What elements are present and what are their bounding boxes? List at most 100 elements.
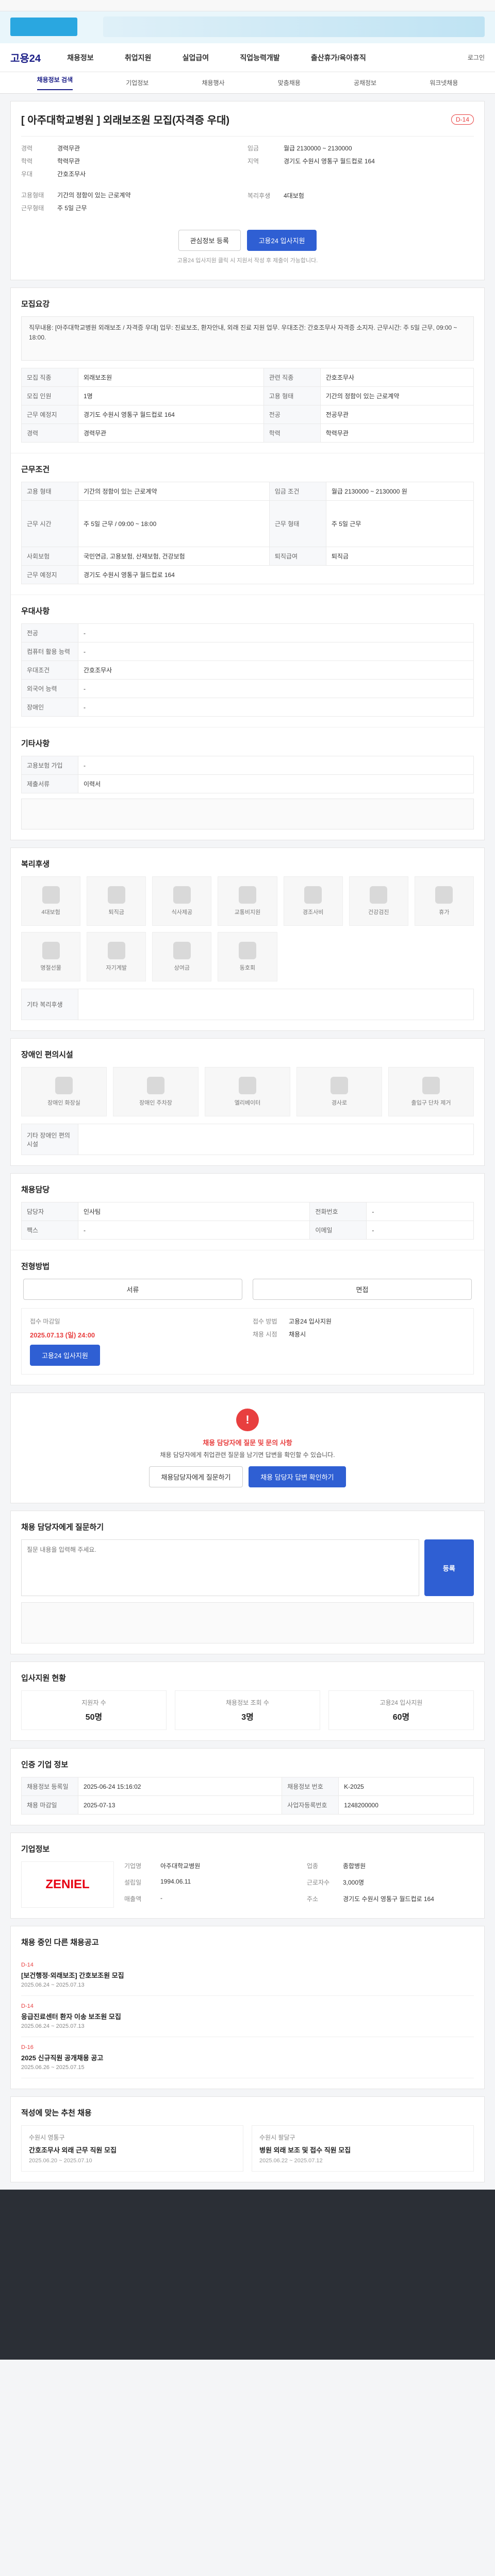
job-link[interactable]: [보건행정·외래보조] 간호보조원 모집 (21, 1970, 474, 1980)
label: 근무 예정지 (21, 565, 78, 584)
login-link[interactable]: 로그인 (443, 53, 495, 62)
section-title: 채용 중인 다른 채용공고 (21, 1938, 99, 1947)
alert-title: 채용 담당자에 질문 및 문의 사항 (203, 1439, 292, 1447)
label: 전화번호 (309, 1202, 367, 1221)
facility-icon (147, 1077, 164, 1094)
job-link[interactable]: 2025 신규직원 공개채용 공고 (21, 2053, 474, 2062)
benefit-tile: 경조사비 (283, 876, 343, 926)
label: 고용형태 (21, 192, 44, 199)
menu-item[interactable]: 실업급여 (183, 53, 209, 63)
deadline-value: 2025.07.13 (일) 24:00 (30, 1331, 95, 1339)
label: 관련 직종 (263, 368, 321, 387)
menu-item[interactable]: 출산휴가/육아휴직 (311, 53, 366, 63)
period: 2025.06.24 ~ 2025.07.13 (21, 1982, 85, 1988)
rec-card[interactable]: 수원시 영통구 간호조무사 외래 근무 직원 모집 2025.06.20 ~ 202… (21, 2125, 243, 2172)
label: 제출서류 (21, 774, 78, 793)
scrap-button[interactable]: 관심정보 등록 (178, 230, 241, 251)
benefit-tile: 자기계발 (87, 932, 146, 981)
menu-item[interactable]: 채용정보 (67, 53, 94, 63)
ask-button[interactable]: 채용담당자에게 질문하기 (149, 1466, 243, 1487)
qa-submit-button[interactable]: 등록 (424, 1539, 474, 1596)
rec-period: 2025.06.22 ~ 2025.07.12 (259, 2158, 323, 2164)
rec-card[interactable]: 수원시 팔달구 병원 외래 보조 및 접수 직원 모집 2025.06.22 ~ 2… (252, 2125, 474, 2172)
job-title: [ 아주대학교병원 ] 외래보조원 모집(자격증 우대) (21, 115, 230, 126)
benefit-label: 퇴직금 (108, 909, 124, 916)
dday-badge: D-14 (451, 114, 474, 125)
benefit-tile: 교통비지원 (218, 876, 277, 926)
disability-section: 장애인 편의시설 장애인 화장실 장애인 주차장 엘리베이터 경사로 출입구 단… (10, 1038, 485, 1166)
label: 모집 인원 (21, 386, 78, 405)
label: 업종 (307, 1862, 319, 1870)
process-step: 서류 (23, 1279, 242, 1300)
company-section: 기업정보 ZENIEL 기업명 아주대학교병원 업종 종합병원 설립일 1994.06… (10, 1833, 485, 1919)
dday-tag: D-16 (21, 2044, 34, 2050)
banner-ad[interactable] (103, 16, 485, 37)
page: 고용24 채용정보 취업지원 실업급여 직업능력개발 출산휴가/육아휴직 로그인… (0, 0, 495, 2360)
rec-title[interactable]: 간호조무사 외래 근무 직원 모집 (29, 2145, 236, 2155)
benefit-icon (173, 942, 191, 959)
value: - (78, 756, 474, 775)
apply-button[interactable]: 고용24 입사지원 (246, 230, 317, 251)
menu-item[interactable]: 취업지원 (125, 53, 152, 63)
value: 간호조무사 (320, 368, 474, 387)
job-link[interactable]: 응급진료센터 환자 이송 보조원 모집 (21, 2011, 474, 2021)
subnav-item[interactable]: 채용정보 검색 (37, 75, 73, 90)
value: - (78, 679, 474, 698)
benefit-icon (107, 942, 125, 959)
list-item[interactable]: D-14 응급진료센터 환자 이송 보조원 모집 2025.06.24 ~ 2025… (21, 1996, 474, 2037)
main-menu: 채용정보 취업지원 실업급여 직업능력개발 출산휴가/육아휴직 (52, 53, 443, 63)
recruit-description: 직무내용: [아주대학교병원 외래보조 / 자격증 우대] 업무: 진료보조, … (21, 316, 474, 361)
facility-tile: 출입구 단차 제거 (388, 1067, 474, 1116)
value: 이력서 (78, 774, 474, 793)
stat-card: 채용정보 조회 수 3명 (175, 1690, 320, 1730)
list-item[interactable]: D-16 2025 신규직원 공개채용 공고 2025.06.26 ~ 2025.0… (21, 2037, 474, 2078)
subnav-item[interactable]: 워크넷채용 (430, 78, 458, 87)
value: - (366, 1221, 474, 1240)
label: 임금 조건 (269, 482, 326, 501)
subnav-item[interactable]: 공채정보 (354, 78, 376, 87)
benefit-label: 식사제공 (171, 909, 193, 916)
qa-textarea[interactable] (21, 1539, 419, 1596)
label: 근무 시간 (21, 500, 78, 547)
value: - (78, 698, 474, 717)
period: 2025.06.26 ~ 2025.07.15 (21, 2064, 85, 2071)
rec-title[interactable]: 병원 외래 보조 및 접수 직원 모집 (259, 2145, 466, 2155)
facility-tile: 장애인 화장실 (21, 1067, 107, 1116)
section-title: 장애인 편의시설 (21, 1050, 73, 1059)
list-item[interactable]: D-14 [보건행정·외래보조] 간호보조원 모집 2025.06.24 ~ 202… (21, 1955, 474, 1996)
section-title: 채용담당 (21, 1185, 50, 1194)
benefit-tile: 명절선물 (21, 932, 81, 981)
value: 경기도 수원시 영통구 월드컵로 164 (284, 158, 375, 165)
benefit-icon (435, 886, 453, 904)
benefit-tile: 상여금 (152, 932, 212, 981)
label: 기업명 (124, 1862, 142, 1870)
facility-icon (422, 1077, 440, 1094)
site-logo[interactable]: 고용24 (0, 50, 52, 65)
benefit-label: 동호회 (239, 965, 256, 971)
value (78, 1124, 474, 1155)
banner-logo (10, 18, 77, 36)
value: 고용24 입사지원 (289, 1318, 332, 1325)
label: 근로자수 (307, 1879, 330, 1886)
subnav-item[interactable]: 맞춤채용 (278, 78, 301, 87)
value: 종합병원 (343, 1862, 366, 1870)
label: 사회보험 (21, 547, 78, 566)
facility-icon (239, 1077, 256, 1094)
benefit-icon (42, 886, 60, 904)
value: 주 5일 근무 (325, 500, 474, 547)
label: 근무 형태 (269, 500, 326, 547)
label: 학력 (21, 158, 33, 165)
subnav-item[interactable]: 채용행사 (202, 78, 224, 87)
value: 4대보험 (284, 192, 304, 199)
benefit-label: 4대보험 (41, 909, 60, 916)
career-note (21, 799, 474, 829)
menu-item[interactable]: 직업능력개발 (240, 53, 279, 63)
apply-button-bottom[interactable]: 고용24 입사지원 (30, 1345, 100, 1366)
subnav-item[interactable]: 기업정보 (126, 78, 148, 87)
label: 고용보험 가입 (21, 756, 78, 775)
process-step: 면접 (253, 1279, 472, 1300)
label: 기타 복리후생 (21, 989, 78, 1020)
recommend-section: 적성에 맞는 추천 채용 수원시 영통구 간호조무사 외래 근무 직원 모집 202… (10, 2096, 485, 2182)
stats-section: 입사지원 현황 지원자 수 50명 채용정보 조회 수 3명 고용24 입사지원 60… (10, 1662, 485, 1741)
view-answer-button[interactable]: 채용 담당자 답변 확인하기 (249, 1466, 346, 1487)
